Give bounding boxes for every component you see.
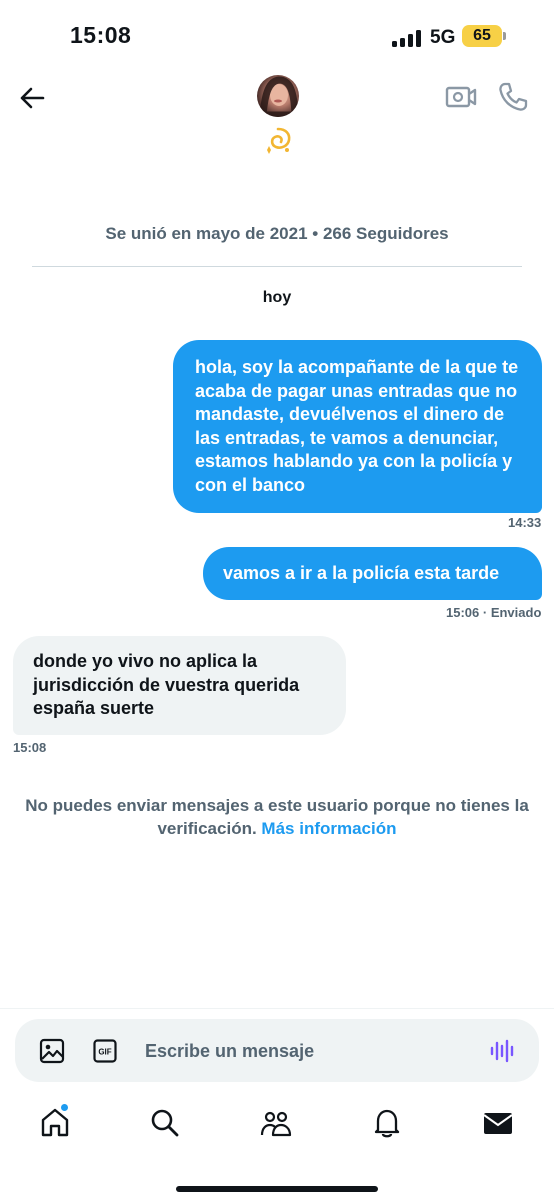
tab-messages[interactable] <box>481 1106 515 1140</box>
video-call-button[interactable] <box>444 82 478 112</box>
tab-communities[interactable] <box>259 1106 293 1140</box>
gif-label: GIF <box>98 1048 111 1057</box>
message-status: · Enviado <box>482 605 542 620</box>
bell-icon <box>374 1109 400 1138</box>
dizzy-emoji-icon <box>262 125 294 155</box>
tab-notifications[interactable] <box>370 1106 404 1140</box>
message-bubble-sent[interactable]: vamos a ir a la policía esta tarde <box>203 547 542 600</box>
profile-avatar[interactable] <box>257 75 299 117</box>
people-icon <box>260 1111 292 1137</box>
status-bar: 15:08 5G 65 <box>0 0 554 70</box>
composer-divider <box>0 1008 554 1009</box>
voice-wave-icon <box>490 1039 514 1063</box>
back-button[interactable] <box>14 80 50 116</box>
gif-icon: GIF <box>93 1039 117 1063</box>
search-icon <box>151 1109 179 1137</box>
more-info-link[interactable]: Más información <box>261 819 396 838</box>
message-time-status: 15:06 · Enviado <box>446 605 541 620</box>
battery-tip <box>503 32 506 40</box>
add-image-button[interactable] <box>39 1038 65 1064</box>
profile-meta: Se unió en mayo de 2021 • 266 Seguidores <box>105 224 449 243</box>
phone-call-button[interactable] <box>496 80 530 114</box>
message-time: 15:08 <box>13 740 47 755</box>
verification-notice: No puedes enviar mensajes a este usuario… <box>0 794 554 840</box>
add-gif-button[interactable]: GIF <box>93 1039 117 1063</box>
phone-icon <box>499 82 528 111</box>
message-bubble-received[interactable]: donde yo vivo no aplica la jurisdicción … <box>13 636 346 735</box>
message-time: 14:33 <box>508 515 542 530</box>
day-label: hoy <box>262 289 292 306</box>
tab-search[interactable] <box>148 1106 182 1140</box>
bottom-tab-bar <box>0 1098 554 1158</box>
home-indicator <box>176 1186 378 1192</box>
message-bubble-sent[interactable]: hola, soy la acompañante de la que te ac… <box>173 340 542 513</box>
message-time: 15:06 <box>446 605 480 620</box>
video-camera-icon <box>445 86 477 108</box>
battery-icon: 65 <box>462 25 502 47</box>
arrow-left-icon <box>20 87 45 109</box>
network-label: 5G <box>430 27 456 48</box>
envelope-icon <box>483 1113 513 1134</box>
message-input[interactable] <box>145 1031 475 1071</box>
signal-icon <box>392 29 422 47</box>
voice-message-button[interactable] <box>489 1039 517 1063</box>
divider <box>32 266 522 267</box>
home-badge <box>60 1103 69 1112</box>
image-icon <box>39 1038 65 1064</box>
status-time: 15:08 <box>70 22 132 48</box>
message-composer: GIF <box>15 1019 539 1082</box>
